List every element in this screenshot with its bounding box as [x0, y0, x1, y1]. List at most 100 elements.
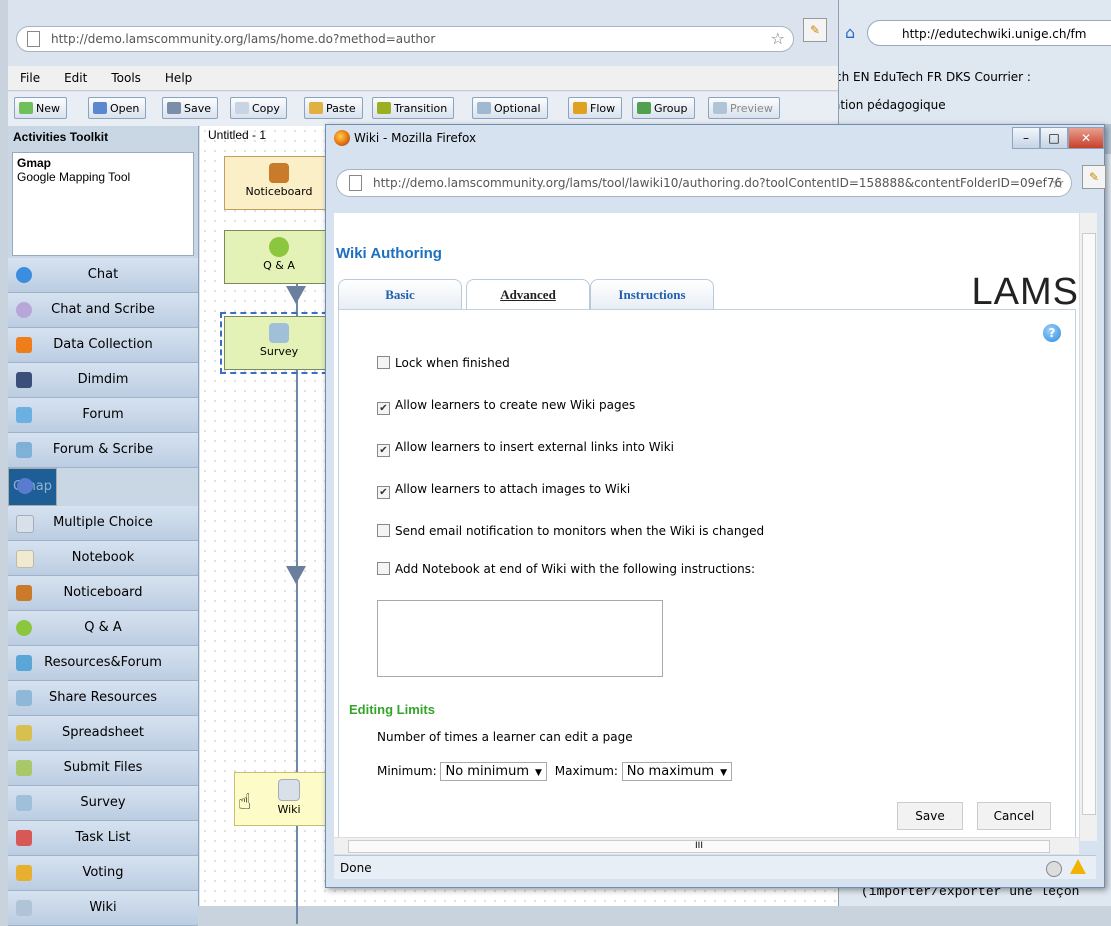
toolkit-item-survey[interactable]: Survey: [8, 786, 198, 821]
activity-q-and-a[interactable]: Q & A: [224, 230, 334, 284]
bookmarks-bar[interactable]: ch EN EduTech FR DKS Courrier :: [835, 66, 1111, 88]
menu-tools[interactable]: Tools: [99, 66, 153, 90]
firefox-icon: [334, 130, 350, 146]
save-button[interactable]: Save: [162, 97, 219, 119]
toolkit-item-submit-files[interactable]: Submit Files: [8, 751, 198, 786]
option-allow-create-pages[interactable]: ✔ Allow learners to create new Wiki pages: [377, 398, 635, 415]
scrollbar-thumb[interactable]: [1082, 233, 1096, 815]
popup-url-bar[interactable]: http://demo.lamscommunity.org/lams/tool/…: [336, 169, 1072, 197]
noticeboard-icon: [16, 585, 32, 601]
toolkit-item-share-resources[interactable]: Share Resources: [8, 681, 198, 716]
resources-forum-icon: [16, 655, 32, 671]
notebook-icon: [16, 550, 34, 568]
optional-button[interactable]: Optional: [472, 97, 548, 119]
tab-instructions[interactable]: Instructions: [590, 279, 714, 309]
help-icon[interactable]: ?: [1043, 324, 1061, 342]
multiple-choice-icon: [16, 515, 34, 533]
toolkit-item-chat-and-scribe[interactable]: Chat and Scribe: [8, 293, 198, 328]
canvas-tab[interactable]: Untitled - 1: [208, 128, 266, 142]
toolkit-item-forum[interactable]: Forum: [8, 398, 198, 433]
tab-basic[interactable]: Basic: [338, 279, 462, 309]
toolkit-item-gmap[interactable]: Gmap: [8, 468, 57, 506]
optional-icon: [477, 102, 491, 114]
bookmark-star-icon[interactable]: ☆: [1051, 170, 1065, 196]
checkbox[interactable]: [377, 524, 390, 537]
checkbox-checked[interactable]: ✔: [377, 486, 390, 499]
copy-icon: [235, 102, 249, 114]
checkbox-checked[interactable]: ✔: [377, 444, 390, 457]
scrollbar-thumb[interactable]: III: [348, 840, 1050, 853]
group-button[interactable]: Group: [632, 97, 695, 119]
toolkit-item-spreadsheet[interactable]: Spreadsheet: [8, 716, 198, 751]
edit-icon[interactable]: ✎: [1082, 165, 1106, 189]
flow-button[interactable]: Flow: [568, 97, 623, 119]
main-url-bar[interactable]: http://demo.lamscommunity.org/lams/home.…: [16, 26, 794, 52]
option-allow-attach-images[interactable]: ✔ Allow learners to attach images to Wiki: [377, 482, 630, 499]
toolkit-item-task-list[interactable]: Task List: [8, 821, 198, 856]
activity-description: Gmap Google Mapping Tool: [12, 152, 194, 256]
forum-icon: [16, 407, 32, 423]
vertical-scrollbar[interactable]: [1079, 213, 1097, 841]
checkbox[interactable]: [377, 562, 390, 575]
qa-icon: [269, 237, 289, 257]
activity-survey[interactable]: Survey: [220, 312, 338, 374]
toolkit-item-voting[interactable]: Voting: [8, 856, 198, 891]
toolkit-item-notebook[interactable]: Notebook: [8, 541, 198, 576]
transition-button[interactable]: Transition: [372, 97, 455, 119]
tab-advanced[interactable]: Advanced: [466, 279, 590, 311]
checkbox[interactable]: [377, 356, 390, 369]
toolkit-item-dimdim[interactable]: Dimdim: [8, 363, 198, 398]
checkbox-checked[interactable]: ✔: [377, 402, 390, 415]
copy-button[interactable]: Copy: [230, 97, 287, 119]
toolkit-item-resources-forum[interactable]: Resources&Forum: [8, 646, 198, 681]
cancel-button[interactable]: Cancel: [977, 802, 1051, 830]
open-button[interactable]: Open: [88, 97, 147, 119]
paste-icon: [309, 102, 323, 114]
minimize-button[interactable]: –: [1012, 127, 1040, 149]
menu-help[interactable]: Help: [153, 66, 204, 90]
minimum-select[interactable]: No minimum ▼: [440, 762, 547, 781]
save-icon: [167, 102, 181, 114]
maximize-button[interactable]: □: [1040, 127, 1068, 149]
chat-icon: [16, 267, 32, 283]
lams-logo: LAMS: [971, 271, 1079, 313]
editing-limits-controls: Minimum: No minimum ▼ Maximum: No maximum…: [377, 762, 736, 781]
preview-icon: [713, 102, 727, 114]
warning-icon[interactable]: [1070, 859, 1086, 874]
background-url-bar[interactable]: http://edutechwiki.unige.ch/fm: [867, 20, 1111, 46]
authoring-toolbar: New Open Save Copy Paste Transition Opti…: [8, 92, 838, 127]
clock-icon: [1046, 861, 1062, 877]
toolkit-item-wiki[interactable]: Wiki: [8, 891, 198, 926]
option-allow-external-links[interactable]: ✔ Allow learners to insert external links…: [377, 440, 674, 457]
toolkit-item-q-and-a[interactable]: Q & A: [8, 611, 198, 646]
maximum-select[interactable]: No maximum ▼: [621, 762, 732, 781]
survey-icon: [269, 323, 289, 343]
preview-button[interactable]: Preview: [708, 97, 780, 119]
notebook-instructions-textarea[interactable]: [377, 600, 663, 677]
option-lock-when-finished[interactable]: Lock when finished: [377, 356, 510, 370]
page-icon: [27, 31, 40, 47]
menu-edit[interactable]: Edit: [52, 66, 99, 90]
toolkit-item-chat[interactable]: Chat: [8, 258, 198, 293]
toolkit-item-data-collection[interactable]: Data Collection: [8, 328, 198, 363]
toolkit-item-multiple-choice[interactable]: Multiple Choice: [8, 506, 198, 541]
edit-icon[interactable]: ✎: [803, 18, 827, 42]
toolkit-item-forum-scribe[interactable]: Forum & Scribe: [8, 433, 198, 468]
paste-button[interactable]: Paste: [304, 97, 363, 119]
save-button[interactable]: Save: [897, 802, 963, 830]
new-button[interactable]: New: [14, 97, 67, 119]
toolkit-item-noticeboard[interactable]: Noticeboard: [8, 576, 198, 611]
popup-title: Wiki - Mozilla Firefox: [354, 131, 477, 145]
bookmark-star-icon[interactable]: ☆: [771, 27, 785, 51]
option-add-notebook[interactable]: Add Notebook at end of Wiki with the fol…: [377, 562, 755, 576]
task-list-icon: [16, 830, 32, 846]
option-email-notification[interactable]: Send email notification to monitors when…: [377, 524, 764, 538]
home-icon[interactable]: ⌂: [845, 24, 863, 42]
activity-desc-text: Google Mapping Tool: [17, 170, 131, 184]
gmap-icon: [17, 478, 33, 494]
close-button[interactable]: ✕: [1068, 127, 1104, 149]
menu-file[interactable]: File: [8, 66, 52, 90]
activity-noticeboard[interactable]: Noticeboard: [224, 156, 334, 210]
dimdim-icon: [16, 372, 32, 388]
horizontal-scrollbar[interactable]: III: [334, 837, 1079, 854]
